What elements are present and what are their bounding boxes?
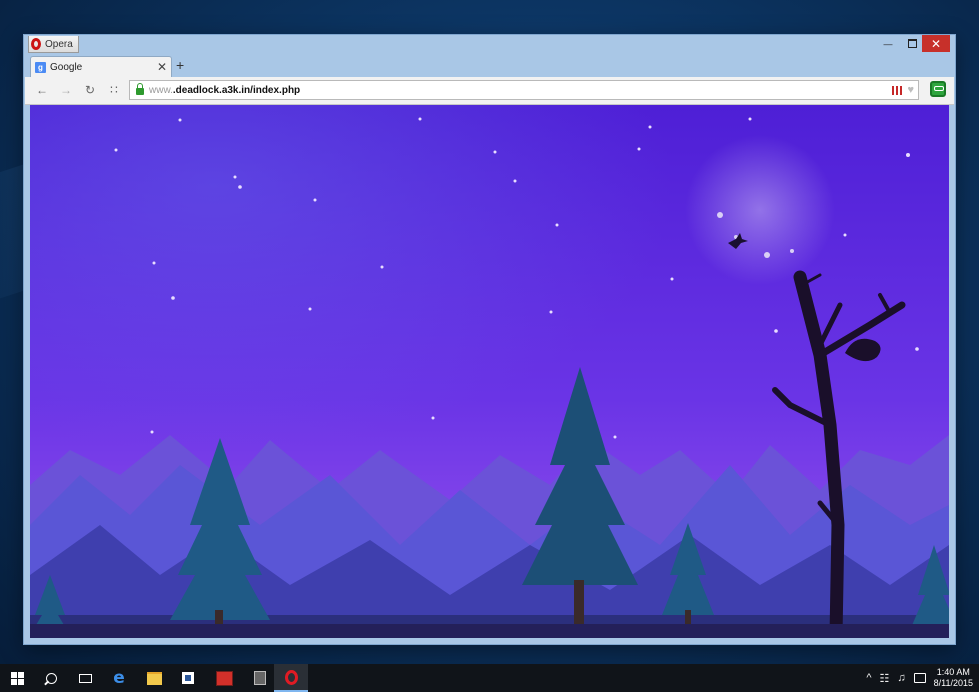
minimize-button[interactable]: — xyxy=(876,35,900,52)
new-tab-button[interactable]: + xyxy=(176,57,184,73)
forward-button[interactable]: → xyxy=(57,81,75,99)
app2-icon xyxy=(254,671,266,685)
ground-grass xyxy=(30,624,949,638)
edge-taskbar-button[interactable]: e xyxy=(102,664,136,692)
task-view-icon xyxy=(78,673,92,683)
extension-robot-icon[interactable] xyxy=(930,81,946,97)
heart-bookmark-icon[interactable]: ♥ xyxy=(907,84,914,96)
action-center-icon[interactable] xyxy=(913,673,926,683)
tab-google[interactable]: g Google ✕ xyxy=(30,56,172,77)
speed-dial-button[interactable]: ∷ xyxy=(105,81,123,99)
network-icon[interactable]: ☷ xyxy=(880,672,890,685)
tab-label: Google xyxy=(50,61,83,73)
app-taskbar-button[interactable] xyxy=(207,664,241,692)
opera-taskbar-button[interactable] xyxy=(274,664,308,692)
clock[interactable]: 1:40 AM 8/11/2015 xyxy=(934,667,973,689)
minimize-icon: — xyxy=(883,38,893,49)
search-icon xyxy=(45,672,57,684)
forward-arrow-icon: → xyxy=(60,83,72,97)
tab-strip: g Google ✕ + xyxy=(24,53,955,77)
store-taskbar-button[interactable] xyxy=(171,664,205,692)
edge-icon: e xyxy=(113,668,125,688)
address-bar[interactable]: www. .deadlock.a3k.in/index.php ♥ xyxy=(129,80,919,100)
close-window-button[interactable]: ✕ xyxy=(922,35,950,52)
task-view-button[interactable] xyxy=(68,664,102,692)
show-hidden-icons-chevron-icon[interactable]: ^ xyxy=(866,672,871,684)
navigation-toolbar: ← → ↻ ∷ www. .deadlock.a3k.in/index.php … xyxy=(25,77,954,105)
start-button[interactable] xyxy=(0,664,34,692)
clock-date: 8/11/2015 xyxy=(933,678,973,688)
close-icon: ✕ xyxy=(930,36,942,51)
windows-taskbar: e ^ ☷ ♫ 1:40 AM 8/11/2015 xyxy=(0,664,979,692)
opera-logo-icon xyxy=(31,38,41,50)
windows-start-icon xyxy=(10,671,24,685)
tab-close-icon[interactable]: ✕ xyxy=(157,60,167,74)
lock-icon xyxy=(136,83,144,95)
reload-button[interactable]: ↻ xyxy=(81,81,99,99)
opera-menu-label: Opera xyxy=(45,38,73,50)
speed-dial-grid-icon: ∷ xyxy=(110,83,118,97)
back-button[interactable]: ← xyxy=(33,81,51,99)
back-arrow-icon: ← xyxy=(36,83,48,97)
night-scene-illustration xyxy=(30,105,949,638)
clock-time: 1:40 AM xyxy=(936,667,970,677)
store-icon xyxy=(182,672,194,684)
system-tray: ^ ☷ ♫ 1:40 AM 8/11/2015 xyxy=(866,664,973,692)
opera-menu-button[interactable]: Opera xyxy=(28,36,79,53)
opera-icon xyxy=(284,669,298,685)
page-viewport xyxy=(30,105,949,638)
volume-icon[interactable]: ♫ xyxy=(897,672,905,684)
file-explorer-icon xyxy=(146,671,162,685)
add-to-speed-dial-icon[interactable] xyxy=(892,85,903,95)
google-favicon-icon: g xyxy=(35,61,46,73)
url-text: .deadlock.a3k.in/index.php xyxy=(172,84,301,96)
browser-window: Opera — ✕ g Google ✕ + ← → ↻ ∷ www. .dea… xyxy=(24,35,955,644)
maximize-icon xyxy=(907,39,917,48)
maximize-button[interactable] xyxy=(900,35,924,52)
url-prefix: www. xyxy=(149,84,173,96)
app2-taskbar-button[interactable] xyxy=(243,664,277,692)
app-icon xyxy=(215,670,233,686)
search-button[interactable] xyxy=(34,664,68,692)
address-bar-icons: ♥ xyxy=(892,84,914,96)
reload-icon: ↻ xyxy=(84,83,96,97)
file-explorer-taskbar-button[interactable] xyxy=(137,664,171,692)
title-bar: Opera — ✕ xyxy=(24,35,955,53)
